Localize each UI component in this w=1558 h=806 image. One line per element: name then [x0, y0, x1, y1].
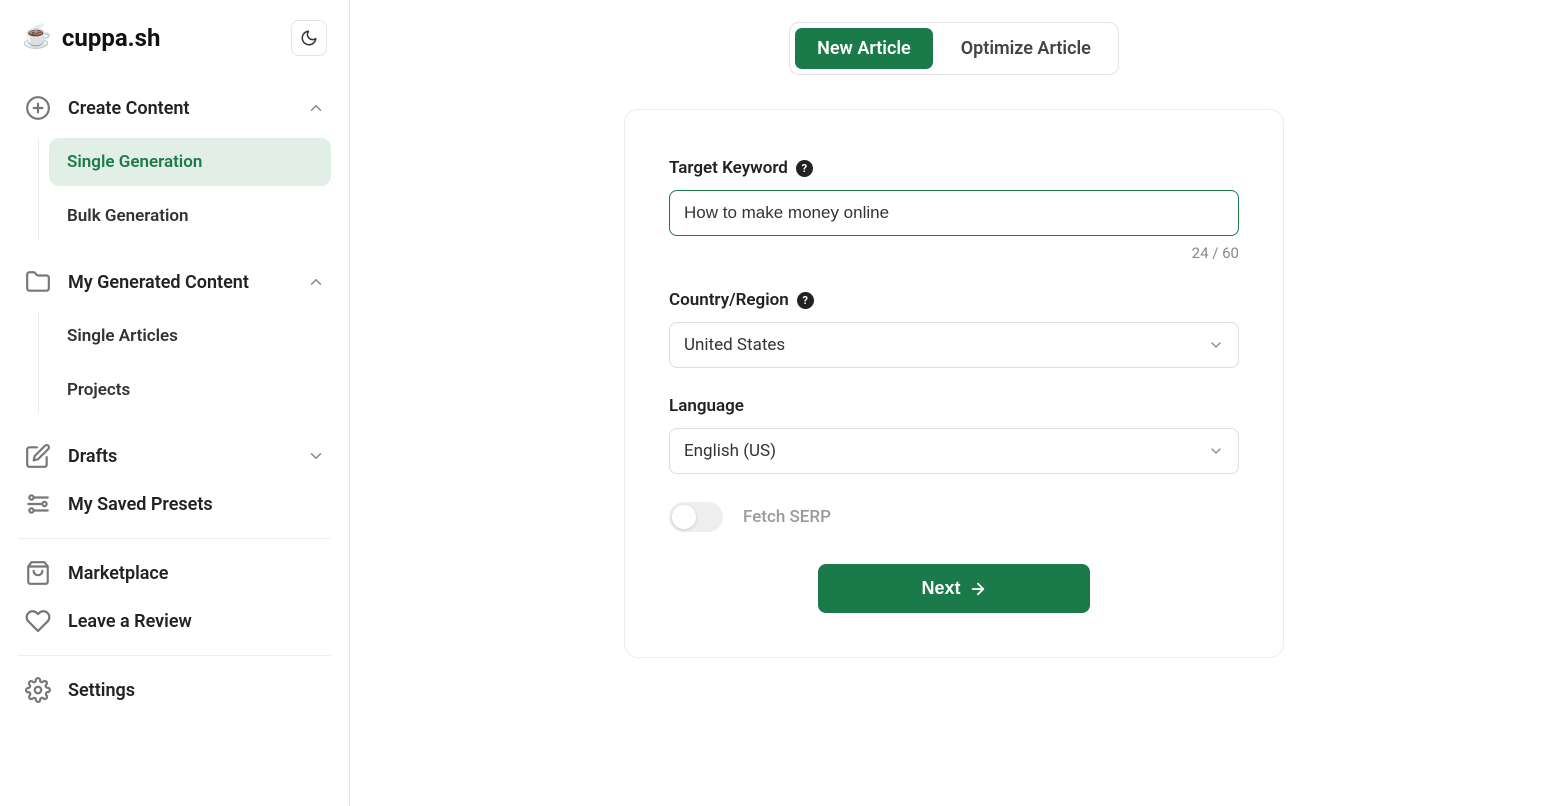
arrow-right-icon — [969, 580, 987, 598]
folder-icon — [24, 268, 52, 296]
chevron-up-icon — [307, 99, 325, 117]
tab-new-article[interactable]: New Article — [795, 28, 933, 69]
keyword-char-count: 24 / 60 — [669, 244, 1239, 262]
sidebar-header: ☕ cuppa.sh — [18, 20, 331, 56]
gear-icon — [24, 676, 52, 704]
nav-label: Marketplace — [68, 563, 325, 584]
tab-optimize-article[interactable]: Optimize Article — [939, 28, 1113, 69]
sidebar-item-settings[interactable]: Settings — [18, 666, 331, 714]
help-icon[interactable]: ? — [796, 160, 813, 177]
nav-label: Create Content — [68, 98, 291, 119]
country-label: Country/Region — [669, 290, 789, 310]
divider — [18, 538, 331, 539]
nav-header-my-generated[interactable]: My Generated Content — [18, 258, 331, 306]
sidebar: ☕ cuppa.sh Create Content Single Generat… — [0, 0, 350, 806]
nav-section-my-generated: My Generated Content Single Articles Pro… — [18, 258, 331, 424]
sidebar-item-review[interactable]: Leave a Review — [18, 597, 331, 645]
nav-label: My Generated Content — [68, 272, 291, 293]
country-value: United States — [684, 335, 785, 355]
sidebar-item-projects[interactable]: Projects — [49, 366, 331, 414]
fetch-serp-label: Fetch SERP — [743, 507, 831, 527]
nav-label: Drafts — [68, 446, 291, 467]
theme-toggle-button[interactable] — [291, 20, 327, 56]
chevron-down-icon — [1208, 443, 1224, 459]
nav-label: Settings — [68, 680, 325, 701]
sidebar-item-bulk-generation[interactable]: Bulk Generation — [49, 192, 331, 240]
nav-children: Single Articles Projects — [38, 312, 331, 414]
form-card: Target Keyword ? 24 / 60 Country/Region … — [624, 109, 1284, 658]
toggle-knob — [672, 505, 696, 529]
language-label-row: Language — [669, 396, 1239, 416]
nav-section-create-content: Create Content Single Generation Bulk Ge… — [18, 84, 331, 250]
field-keyword: Target Keyword ? 24 / 60 — [669, 158, 1239, 262]
fetch-serp-row: Fetch SERP — [669, 502, 1239, 532]
sliders-icon — [24, 490, 52, 518]
coffee-icon: ☕ — [22, 24, 52, 48]
mode-tabs: New Article Optimize Article — [789, 22, 1119, 75]
field-country: Country/Region ? United States — [669, 290, 1239, 368]
next-button[interactable]: Next — [818, 564, 1090, 613]
divider — [18, 655, 331, 656]
country-label-row: Country/Region ? — [669, 290, 1239, 310]
heart-icon — [24, 607, 52, 635]
chevron-down-icon — [1208, 337, 1224, 353]
nav-header-create-content[interactable]: Create Content — [18, 84, 331, 132]
sidebar-item-single-articles[interactable]: Single Articles — [49, 312, 331, 360]
fetch-serp-toggle[interactable] — [669, 502, 723, 532]
brand-logo[interactable]: ☕ cuppa.sh — [22, 24, 160, 52]
keyword-label: Target Keyword — [669, 158, 788, 178]
nav-label: My Saved Presets — [68, 494, 325, 515]
next-label: Next — [921, 578, 960, 599]
language-label: Language — [669, 396, 744, 416]
country-select[interactable]: United States — [669, 322, 1239, 368]
language-value: English (US) — [684, 441, 776, 461]
sidebar-item-single-generation[interactable]: Single Generation — [49, 138, 331, 186]
field-language: Language English (US) — [669, 396, 1239, 474]
keyword-input[interactable] — [669, 190, 1239, 236]
sidebar-item-drafts[interactable]: Drafts — [18, 432, 331, 480]
keyword-label-row: Target Keyword ? — [669, 158, 1239, 178]
sidebar-item-presets[interactable]: My Saved Presets — [18, 480, 331, 528]
language-select[interactable]: English (US) — [669, 428, 1239, 474]
plus-circle-icon — [24, 94, 52, 122]
chevron-down-icon — [307, 447, 325, 465]
moon-icon — [300, 29, 318, 47]
nav-children: Single Generation Bulk Generation — [38, 138, 331, 240]
help-icon[interactable]: ? — [797, 292, 814, 309]
nav-label: Leave a Review — [68, 611, 325, 632]
main-content: New Article Optimize Article Target Keyw… — [350, 0, 1558, 806]
brand-name: cuppa.sh — [62, 24, 161, 52]
shopping-bag-icon — [24, 559, 52, 587]
chevron-up-icon — [307, 273, 325, 291]
edit-icon — [24, 442, 52, 470]
sidebar-item-marketplace[interactable]: Marketplace — [18, 549, 331, 597]
